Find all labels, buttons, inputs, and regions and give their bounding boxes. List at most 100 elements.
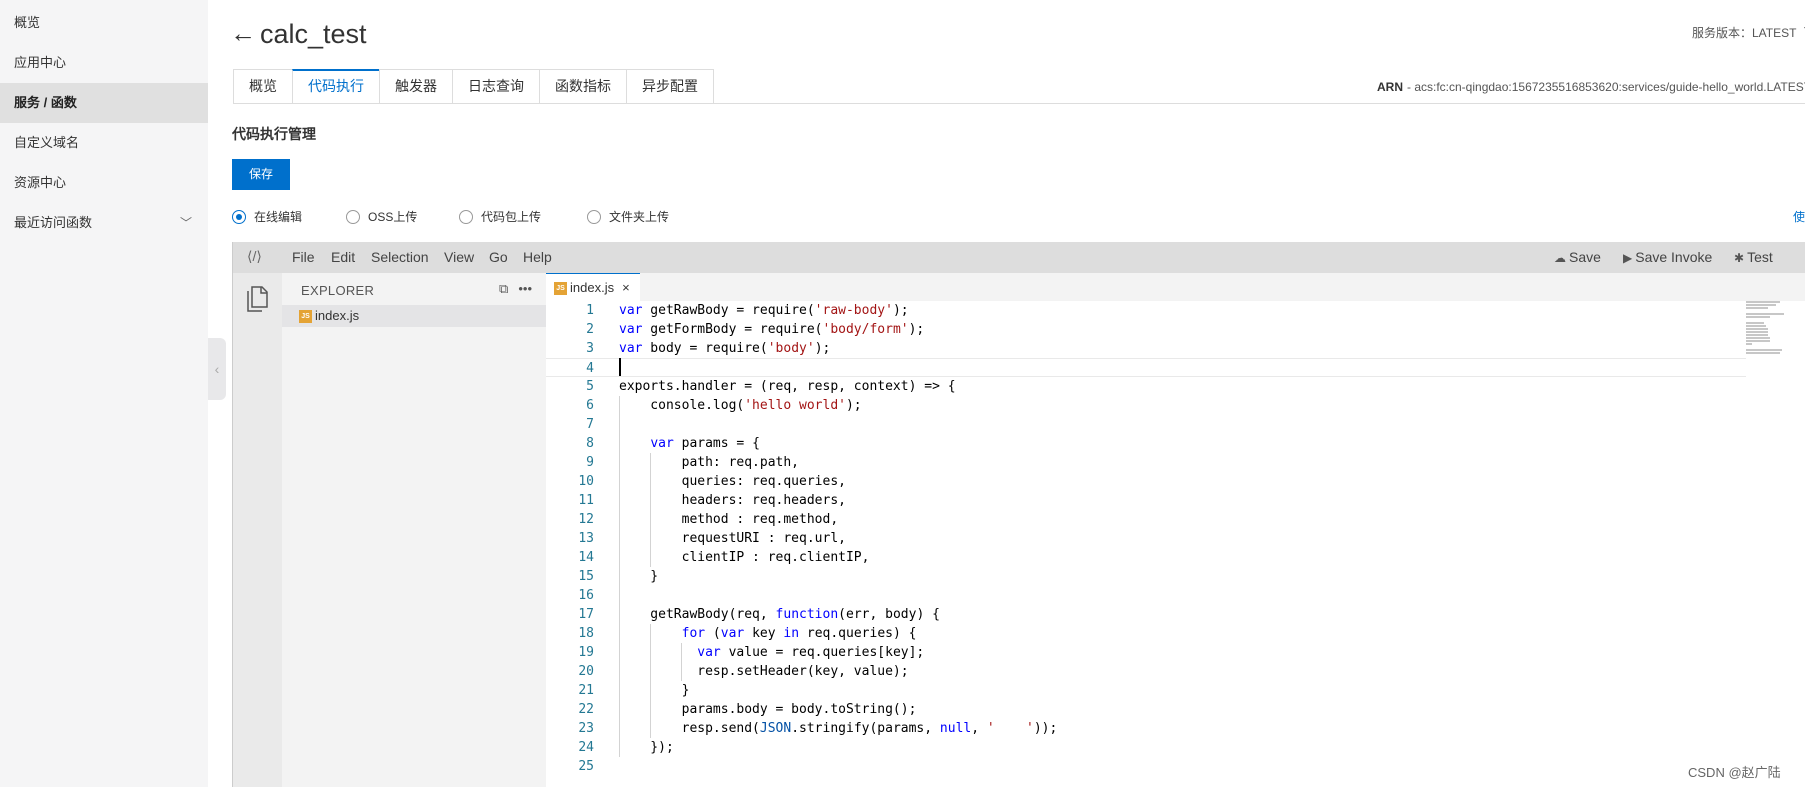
- code-line[interactable]: 5 exports.handler = (req, resp, context) …: [546, 377, 1746, 396]
- code-line[interactable]: 24 });: [546, 738, 1746, 757]
- code-line[interactable]: 22 params.body = body.toString();: [546, 700, 1746, 719]
- code-line[interactable]: 1 var getRawBody = require('raw-body');: [546, 301, 1746, 320]
- editor-tab-index-js[interactable]: JS index.js ×: [546, 273, 640, 301]
- tab-function-metrics[interactable]: 函数指标: [539, 69, 626, 104]
- js-file-icon: JS: [554, 282, 567, 296]
- activity-bar: [233, 273, 282, 787]
- back-arrow-icon[interactable]: ←: [230, 18, 256, 48]
- sidebar-item-overview[interactable]: 概览: [0, 3, 208, 43]
- tab-async-config[interactable]: 异步配置: [626, 69, 714, 104]
- radio-label: 代码包上传: [481, 210, 542, 224]
- code-line[interactable]: 19 var value = req.queries[key];: [546, 643, 1746, 662]
- save-invoke-label: Save Invoke: [1635, 249, 1713, 265]
- tab-code-execution[interactable]: 代码执行: [292, 69, 379, 104]
- indent-guide: [650, 624, 652, 738]
- code-line[interactable]: 16: [546, 586, 1746, 605]
- line-number: 11: [578, 493, 594, 508]
- code-token: }: [619, 683, 690, 698]
- code-line[interactable]: 12 method : req.method,: [546, 510, 1746, 529]
- line-number: 4: [586, 361, 594, 376]
- code-text: var params = {: [619, 434, 760, 453]
- code-line[interactable]: 7: [546, 415, 1746, 434]
- code-line[interactable]: 11 headers: req.headers,: [546, 491, 1746, 510]
- test-button[interactable]: ✱ Test: [1734, 242, 1773, 274]
- code-line[interactable]: 8 var params = {: [546, 434, 1746, 453]
- code-line[interactable]: 3 var body = require('body');: [546, 339, 1746, 358]
- code-token: JSON: [759, 721, 792, 736]
- code-token: params.body = body.toString();: [619, 702, 917, 717]
- help-link[interactable]: 使: [1793, 208, 1805, 225]
- menu-selection[interactable]: Selection: [371, 242, 429, 273]
- code-token: var: [619, 341, 643, 356]
- code-token: clientIP : req.clientIP,: [619, 550, 870, 565]
- code-text: }: [619, 567, 658, 586]
- line-number: 17: [578, 607, 594, 622]
- menu-view[interactable]: View: [444, 242, 474, 273]
- sidebar-item-recent-functions[interactable]: 最近访问函数 ﹀: [0, 203, 208, 243]
- text-cursor: [619, 358, 621, 376]
- line-number: 14: [578, 550, 594, 565]
- menu-edit[interactable]: Edit: [331, 242, 355, 273]
- line-number: 22: [578, 702, 594, 717]
- code-line[interactable]: 15 }: [546, 567, 1746, 586]
- save-button[interactable]: 保存: [232, 159, 290, 190]
- radio-oss-upload[interactable]: OSS上传: [346, 208, 417, 225]
- code-token: var: [619, 303, 643, 318]
- line-number: 1: [586, 303, 594, 318]
- code-editor[interactable]: JS index.js × 1 var getRawBody = require('r…: [546, 273, 1805, 787]
- radio-dot: [346, 209, 360, 224]
- sidebar-collapse-handle[interactable]: ‹: [208, 338, 226, 400]
- line-number: 5: [586, 379, 594, 394]
- radio-package-upload[interactable]: 代码包上传: [459, 208, 541, 225]
- code-line[interactable]: 23 resp.send(JSON.stringify(params, null…: [546, 719, 1746, 738]
- code-token: value = req.queries[key];: [720, 645, 925, 660]
- menu-file[interactable]: File: [292, 242, 315, 273]
- code-line[interactable]: 17 getRawBody(req, function(err, body) {: [546, 605, 1746, 624]
- sidebar-item-resource-center[interactable]: 资源中心: [0, 163, 208, 203]
- code-token: );: [892, 303, 909, 318]
- code-line[interactable]: 20 resp.setHeader(key, value);: [546, 662, 1746, 681]
- code-text: var body = require('body');: [619, 339, 830, 358]
- code-area[interactable]: 1 var getRawBody = require('raw-body'); 2 v…: [546, 301, 1746, 787]
- radio-folder-upload[interactable]: 文件夹上传: [587, 208, 669, 225]
- code-token: );: [908, 322, 925, 337]
- code-token: (: [705, 626, 721, 641]
- code-line[interactable]: 21 }: [546, 681, 1746, 700]
- line-number: 13: [578, 531, 594, 546]
- code-line[interactable]: 14 clientIP : req.clientIP,: [546, 548, 1746, 567]
- code-token: }: [619, 569, 659, 584]
- code-line[interactable]: 10 queries: req.queries,: [546, 472, 1746, 491]
- sidebar-item-app-center[interactable]: 应用中心: [0, 43, 208, 83]
- radio-online-edit[interactable]: 在线编辑: [232, 208, 302, 225]
- ide-save-button[interactable]: ☁ Save: [1554, 242, 1601, 274]
- code-line[interactable]: 9 path: req.path,: [546, 453, 1746, 472]
- sidebar-item-services-functions[interactable]: 服务 / 函数: [0, 83, 208, 123]
- code-token: 'body/form': [822, 322, 909, 337]
- editor-tab-label: index.js: [570, 280, 615, 295]
- more-icon[interactable]: •••: [518, 281, 532, 296]
- code-token: for: [681, 626, 706, 641]
- code-line[interactable]: 13 requestURI : req.url,: [546, 529, 1746, 548]
- code-line[interactable]: 2 var getFormBody = require('body/form');: [546, 320, 1746, 339]
- minimap[interactable]: [1746, 301, 1805, 361]
- code-line[interactable]: 6 console.log('hello world');: [546, 396, 1746, 415]
- collapse-all-icon[interactable]: ⧉: [499, 281, 508, 296]
- code-line[interactable]: 25: [546, 757, 1746, 776]
- menu-help[interactable]: Help: [523, 242, 552, 273]
- service-version-select[interactable]: 服务版本：LATEST ﹀: [1692, 24, 1805, 41]
- sidebar-item-custom-domains[interactable]: 自定义域名: [0, 123, 208, 163]
- save-invoke-button[interactable]: ▶ Save Invoke: [1623, 242, 1712, 274]
- tab-overview[interactable]: 概览: [233, 69, 292, 104]
- close-icon[interactable]: ×: [622, 280, 630, 295]
- tab-triggers[interactable]: 触发器: [379, 69, 452, 104]
- files-icon[interactable]: [245, 285, 269, 313]
- tab-log-query[interactable]: 日志查询: [452, 69, 539, 104]
- explorer-file-item[interactable]: JS index.js: [282, 305, 546, 327]
- menu-go[interactable]: Go: [489, 242, 508, 273]
- code-text: headers: req.headers,: [619, 491, 846, 510]
- code-line[interactable]: 18 for (var key in req.queries) {: [546, 624, 1746, 643]
- code-token: req.queries) {: [799, 626, 917, 641]
- line-number: 10: [578, 474, 594, 489]
- code-line[interactable]: 4: [546, 358, 1746, 377]
